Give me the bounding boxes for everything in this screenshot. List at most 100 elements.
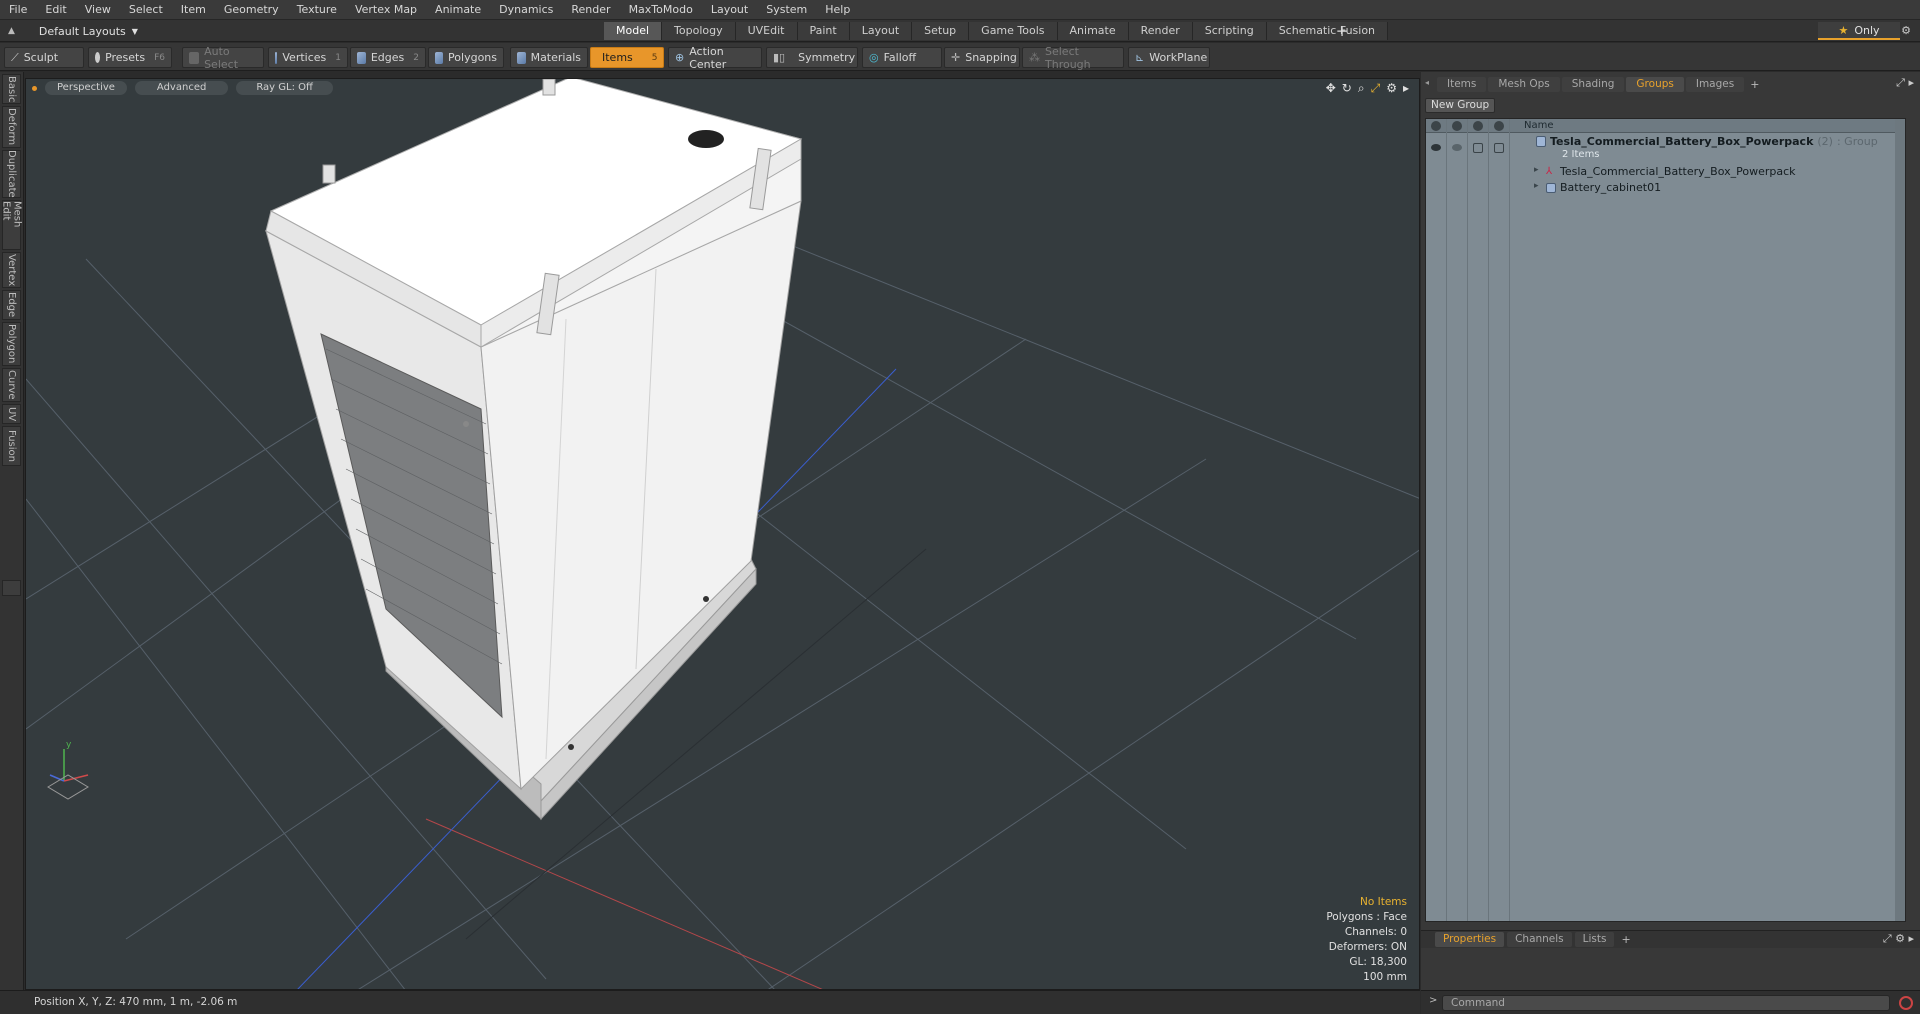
add-tab-button[interactable]: + — [1750, 78, 1759, 91]
vertices-button[interactable]: Vertices 1 — [268, 47, 348, 68]
bottom-tab-channels[interactable]: Channels — [1507, 932, 1572, 947]
left-tab-edge[interactable]: Edge — [2, 290, 21, 320]
list-item[interactable]: ▸ ⅄ Tesla_Commercial_Battery_Box_Powerpa… — [1426, 165, 1905, 181]
left-tab-uv[interactable]: UV — [2, 404, 21, 424]
viewport-active-dot — [32, 85, 37, 91]
menu-item-layout[interactable]: Layout — [702, 0, 757, 20]
view-mode-button[interactable]: Perspective — [45, 81, 127, 95]
svg-text:y: y — [66, 740, 72, 750]
render-header-icon[interactable] — [1452, 121, 1462, 131]
menu-item-animate[interactable]: Animate — [426, 0, 490, 20]
items-button[interactable]: Items 5 — [590, 47, 664, 68]
falloff-button[interactable]: ◎ Falloff — [862, 47, 942, 68]
left-tab-mesh-edit[interactable]: Mesh Edit — [1, 200, 23, 250]
menu-item-system[interactable]: System — [757, 0, 816, 20]
left-tab-duplicate[interactable]: Duplicate — [2, 150, 21, 198]
pan-icon[interactable]: ✥ — [1326, 81, 1336, 96]
layout-tab-paint[interactable]: Paint — [797, 22, 850, 40]
menu-item-maxtomodo[interactable]: MaxToModo — [620, 0, 702, 20]
layout-tab-render[interactable]: Render — [1128, 22, 1193, 40]
menu-item-dynamics[interactable]: Dynamics — [490, 0, 562, 20]
select-header-icon[interactable] — [1494, 121, 1504, 131]
gear-icon[interactable]: ⚙ — [1896, 22, 1916, 40]
layout-tab-layout[interactable]: Layout — [849, 22, 913, 40]
right-tab-shading[interactable]: Shading — [1561, 76, 1625, 92]
menu-item-file[interactable]: File — [0, 0, 36, 20]
auto-select-button[interactable]: Auto Select — [182, 45, 264, 71]
toolbar: ⟋ Sculpt Presets F6 Auto Select Vertices… — [0, 43, 1920, 71]
bottom-tab-lists[interactable]: Lists — [1574, 932, 1615, 947]
layout-dropdown[interactable]: ▲ Default Layouts ▼ — [8, 23, 138, 39]
select-checkbox[interactable] — [1494, 143, 1504, 153]
zoom-icon[interactable]: ⌕ — [1358, 81, 1365, 96]
menu-item-texture[interactable]: Texture — [288, 0, 346, 20]
snapping-button[interactable]: ✛ Snapping — [944, 47, 1020, 68]
add-layout-button[interactable]: + — [1333, 22, 1351, 40]
layout-tab-setup[interactable]: Setup — [912, 22, 970, 40]
command-input[interactable] — [1442, 995, 1890, 1011]
add-bottom-tab-button[interactable]: + — [1621, 933, 1630, 946]
sculpt-button[interactable]: ⟋ Sculpt — [4, 47, 84, 68]
left-tab-deform[interactable]: Deform — [2, 106, 21, 148]
raygl-button[interactable]: Ray GL: Off — [236, 81, 333, 95]
layout-tab-topology[interactable]: Topology — [662, 22, 736, 40]
menu-item-render[interactable]: Render — [562, 0, 619, 20]
layout-tab-scripting[interactable]: Scripting — [1192, 22, 1267, 40]
eye-icon[interactable] — [1431, 144, 1441, 151]
layout-tab-game-tools[interactable]: Game Tools — [969, 22, 1058, 40]
layout-tab-uvedit[interactable]: UVEdit — [735, 22, 798, 40]
left-tab-vertex[interactable]: Vertex — [2, 252, 21, 288]
name-column-header[interactable]: Name — [1524, 120, 1554, 131]
presets-button[interactable]: Presets F6 — [88, 47, 172, 68]
new-group-button[interactable]: New Group — [1425, 98, 1496, 113]
left-tab-fusion[interactable]: Fusion — [2, 426, 21, 466]
viewport-gear-icon[interactable]: ⚙ — [1386, 81, 1397, 96]
menu-item-view[interactable]: View — [76, 0, 120, 20]
visibility-header-icon[interactable] — [1431, 121, 1441, 131]
right-tab-groups[interactable]: Groups — [1626, 76, 1684, 92]
list-scrollbar[interactable] — [1895, 119, 1905, 921]
only-button[interactable]: ★ Only — [1818, 22, 1900, 40]
lock-header-icon[interactable] — [1473, 121, 1483, 131]
select-through-button[interactable]: ⁂ Select Through — [1022, 45, 1124, 71]
render-icon[interactable] — [1452, 144, 1462, 151]
layout-tab-schematic-fusion[interactable]: Schematic Fusion — [1266, 22, 1389, 40]
right-tab-items[interactable]: Items — [1437, 76, 1487, 92]
left-tab-toggle[interactable] — [2, 580, 21, 596]
right-tab-images[interactable]: Images — [1685, 76, 1745, 92]
lock-checkbox[interactable] — [1473, 143, 1483, 153]
battery-cabinet-model[interactable] — [264, 79, 803, 821]
group-row[interactable]: Tesla_Commercial_Battery_Box_Powerpack (… — [1426, 135, 1905, 163]
materials-button[interactable]: Materials — [510, 47, 588, 68]
layout-tab-model[interactable]: Model — [604, 22, 663, 40]
stop-icon[interactable] — [1899, 996, 1913, 1010]
symmetry-button[interactable]: ▮▯ Symmetry — [766, 47, 858, 68]
rotate-icon[interactable]: ↻ — [1342, 81, 1352, 96]
action-center-button[interactable]: ⊕ Action Center — [668, 44, 762, 71]
left-tab-polygon[interactable]: Polygon — [2, 322, 21, 366]
menu-item-item[interactable]: Item — [172, 0, 215, 20]
left-tab-basic[interactable]: Basic — [2, 74, 21, 104]
panel-expand-icon[interactable]: ⤢ ▸ — [1896, 76, 1914, 90]
viewport-menu-icon[interactable]: ▸ — [1403, 81, 1409, 96]
edges-button[interactable]: Edges 2 — [350, 47, 426, 68]
maximize-icon[interactable]: ⤢ — [1371, 81, 1381, 96]
polygons-button[interactable]: Polygons — [428, 47, 504, 68]
list-item[interactable]: ▸ Battery_cabinet01 — [1426, 181, 1905, 197]
shading-mode-button[interactable]: Advanced — [134, 81, 229, 95]
layout-tab-animate[interactable]: Animate — [1057, 22, 1129, 40]
right-tab-mesh-ops[interactable]: Mesh Ops — [1488, 76, 1560, 92]
menu-item-select[interactable]: Select — [120, 0, 172, 20]
menu-item-edit[interactable]: Edit — [36, 0, 75, 20]
menu-item-geometry[interactable]: Geometry — [215, 0, 288, 20]
workplane-button[interactable]: ⊾ WorkPlane — [1128, 47, 1210, 68]
left-tab-curve[interactable]: Curve — [2, 368, 21, 402]
bottom-tab-properties[interactable]: Properties — [1435, 932, 1505, 947]
3d-viewport[interactable]: y Perspective Advanced Ray GL: Off ✥ ↻ ⌕… — [25, 78, 1420, 990]
panel-menu-icon[interactable]: ◂ — [1425, 78, 1429, 87]
bottom-panel-menu-icon[interactable]: ⤢ ⚙ ▸ — [1883, 932, 1914, 946]
menu-item-vertex-map[interactable]: Vertex Map — [346, 0, 426, 20]
menu-item-help[interactable]: Help — [816, 0, 859, 20]
action-center-label: Action Center — [689, 44, 727, 71]
command-area: > — [1421, 990, 1920, 1014]
